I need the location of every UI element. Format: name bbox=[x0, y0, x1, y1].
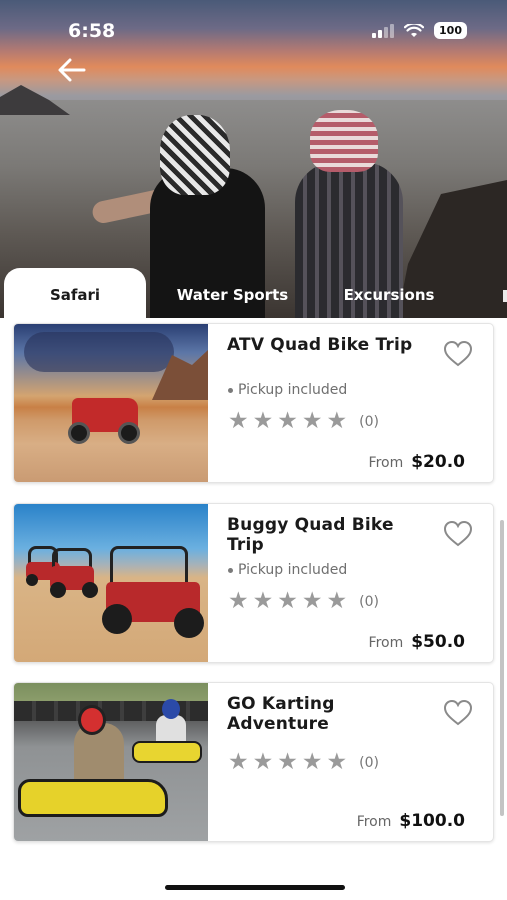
star-icon: ★ bbox=[301, 408, 323, 434]
go-kart-photo bbox=[14, 683, 208, 841]
star-icon: ★ bbox=[252, 588, 274, 614]
star-icon: ★ bbox=[277, 749, 298, 775]
price: From $50.0 bbox=[369, 632, 465, 652]
tab-safari[interactable]: Safari bbox=[4, 268, 146, 320]
bullet-icon bbox=[228, 567, 233, 573]
tour-card[interactable]: GO Karting Adventure ★ ★ ★ ★ ★ (0) From … bbox=[13, 682, 494, 842]
rating: ★ ★ ★ ★ ★ (0) bbox=[228, 410, 379, 433]
rating-count: (0) bbox=[359, 754, 379, 771]
star-icon: ★ bbox=[301, 749, 323, 775]
price-amount: $50.0 bbox=[411, 632, 465, 652]
price-prefix: From bbox=[356, 814, 392, 830]
tab-water-sports[interactable]: Water Sports bbox=[160, 268, 305, 320]
pickup-label: Pickup included bbox=[238, 562, 348, 578]
bullet-icon bbox=[228, 387, 233, 393]
price-amount: $100.0 bbox=[399, 811, 465, 831]
star-icon: ★ bbox=[301, 588, 323, 614]
rating: ★ ★ ★ ★ ★ (0) bbox=[228, 590, 379, 613]
price-prefix: From bbox=[368, 635, 404, 651]
star-icon: ★ bbox=[277, 408, 298, 434]
star-icon: ★ bbox=[228, 749, 249, 775]
star-icon: ★ bbox=[252, 749, 274, 775]
tour-card[interactable]: Buggy Quad Bike Trip Pickup included ★ ★… bbox=[13, 503, 494, 663]
rating: ★ ★ ★ ★ ★ (0) bbox=[228, 751, 379, 774]
home-indicator[interactable] bbox=[165, 885, 345, 890]
price: From $20.0 bbox=[369, 452, 465, 472]
price-prefix: From bbox=[368, 455, 404, 471]
wifi-icon bbox=[404, 23, 425, 37]
atv-quad-bike-photo bbox=[14, 324, 208, 482]
battery-indicator: 100 bbox=[434, 22, 467, 39]
heart-icon[interactable] bbox=[443, 699, 473, 727]
tour-title: Buggy Quad Bike Trip bbox=[227, 515, 394, 555]
status-icons: 100 bbox=[372, 22, 467, 39]
star-icon: ★ bbox=[326, 749, 348, 775]
signal-icon bbox=[372, 23, 395, 38]
pickup-label: Pickup included bbox=[238, 382, 348, 398]
star-icon: ★ bbox=[252, 408, 274, 434]
star-icon: ★ bbox=[228, 588, 249, 614]
star-icon: ★ bbox=[326, 408, 348, 434]
heart-icon[interactable] bbox=[443, 340, 473, 368]
rating-count: (0) bbox=[359, 413, 379, 430]
tour-card[interactable]: ATV Quad Bike Trip Pickup included ★ ★ ★… bbox=[13, 323, 494, 483]
status-time: 6:58 bbox=[68, 20, 116, 42]
tour-title: GO Karting Adventure bbox=[227, 694, 335, 734]
tab-excursions[interactable]: Excursions bbox=[320, 268, 458, 320]
arrow-left-icon[interactable] bbox=[56, 56, 88, 84]
rating-count: (0) bbox=[359, 593, 379, 610]
pickup-note: Pickup included bbox=[228, 562, 347, 578]
star-icon: ★ bbox=[228, 408, 249, 434]
heart-icon[interactable] bbox=[443, 520, 473, 548]
star-icon: ★ bbox=[326, 588, 348, 614]
pickup-note: Pickup included bbox=[228, 382, 347, 398]
star-icon: ★ bbox=[277, 588, 298, 614]
scrollbar[interactable] bbox=[500, 520, 504, 816]
price-amount: $20.0 bbox=[411, 452, 465, 472]
category-tabs: Safari Water Sports Excursions bbox=[0, 268, 507, 320]
tab-overflow-indicator bbox=[503, 290, 507, 302]
price: From $100.0 bbox=[357, 811, 465, 831]
tour-title: ATV Quad Bike Trip bbox=[227, 335, 413, 355]
buggy-photo bbox=[14, 504, 208, 662]
